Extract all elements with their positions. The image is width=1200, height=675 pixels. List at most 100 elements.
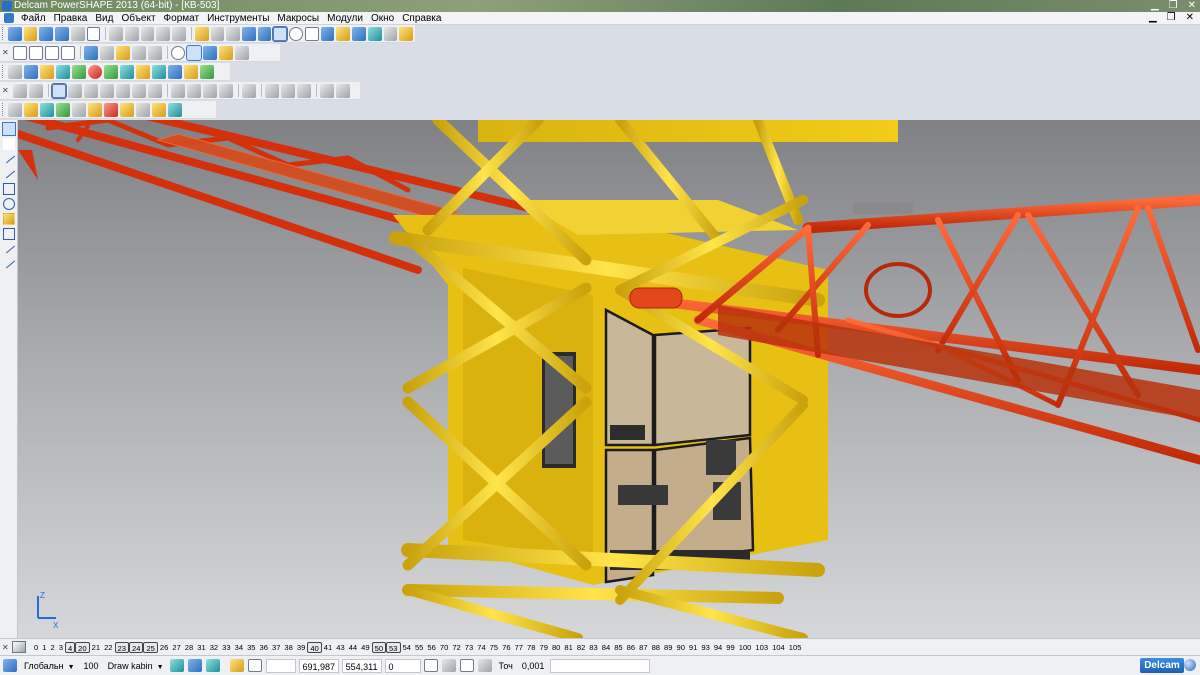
menu-tools[interactable]: Инструменты [203,12,273,25]
coord-y-field[interactable]: 554,311 [341,658,382,673]
level-button[interactable]: 87 [637,642,649,653]
loft-icon[interactable] [242,83,256,98]
view-front-icon[interactable] [29,45,43,60]
tolerance-icon[interactable] [477,659,492,672]
level-button[interactable]: 100 [737,642,754,653]
zoom-dynamic-icon[interactable] [148,45,162,60]
object-name-select[interactable]: Draw kabin ▼ [105,659,167,673]
convert-icon[interactable] [320,83,334,98]
level-button[interactable]: 77 [513,642,525,653]
level-button[interactable]: 2 [48,642,56,653]
axis-icon[interactable] [24,102,38,117]
level-button[interactable]: 39 [295,642,307,653]
level-button[interactable]: 86 [625,642,637,653]
model-icon[interactable] [8,64,22,79]
grid-icon[interactable] [136,102,150,117]
cut-icon[interactable] [109,26,123,41]
doc-minimize-icon[interactable]: ▁ [1149,12,1157,23]
toolbar-grip[interactable] [2,65,5,78]
analysis-icon[interactable] [184,64,198,79]
level-button[interactable]: 80 [550,642,562,653]
wand-icon[interactable] [383,26,398,41]
repeat-icon[interactable] [226,26,241,41]
arc-icon[interactable] [3,243,15,255]
fillet-icon[interactable] [148,83,162,98]
level-button[interactable]: 1 [40,642,48,653]
revolve-icon[interactable] [132,83,146,98]
blend-icon[interactable] [219,83,233,98]
zoom-in-icon[interactable] [100,45,114,60]
circle-select-icon[interactable] [289,26,303,41]
level-button[interactable]: 72 [450,642,462,653]
arrow-icon[interactable] [200,64,214,79]
redo-icon[interactable] [210,26,225,41]
level-button[interactable]: 40 [307,641,322,653]
toolbar-close-icon[interactable]: ✕ [2,85,10,97]
menu-file[interactable]: Файл [17,12,50,25]
shade-icon[interactable] [186,44,202,61]
level-button[interactable]: 104 [770,642,787,653]
level-button[interactable]: 32 [208,642,220,653]
gear-icon[interactable] [336,26,351,41]
level-button[interactable]: 90 [674,642,686,653]
level-button[interactable]: 75 [488,642,500,653]
spline-icon[interactable] [51,82,67,99]
level-button[interactable]: 33 [220,642,232,653]
text-icon[interactable] [320,26,335,41]
mesh-icon[interactable] [297,83,311,98]
line-icon[interactable] [3,153,15,165]
menu-edit[interactable]: Правка [50,12,92,25]
level-button[interactable]: 76 [500,642,512,653]
level-button[interactable]: 54 [401,642,413,653]
view-iso-icon[interactable] [61,45,75,60]
material-icon[interactable] [235,45,249,60]
zoom-out-icon[interactable] [116,45,130,60]
drive-icon[interactable] [265,83,279,98]
level-button[interactable]: 73 [463,642,475,653]
level-button[interactable]: 78 [525,642,537,653]
trim-icon[interactable] [203,83,217,98]
level-button[interactable]: 74 [475,642,487,653]
toolbar-grip[interactable] [2,103,5,116]
level-button[interactable]: 103 [753,642,770,653]
sweep-icon[interactable] [100,83,114,98]
layer-icon[interactable] [40,64,54,79]
box-solid-icon[interactable] [120,102,134,117]
curve-icon[interactable] [3,258,15,270]
extrude-icon[interactable] [116,83,130,98]
level-button[interactable]: 49 [359,642,371,653]
level-button[interactable]: 38 [282,642,294,653]
wizard-icon[interactable] [86,26,101,41]
level-button[interactable]: 44 [347,642,359,653]
number-field[interactable]: 100 [81,659,102,673]
save-all-icon[interactable] [55,26,69,41]
split-icon[interactable] [336,83,350,98]
menu-view[interactable]: Вид [91,12,117,25]
paste-icon[interactable] [140,26,155,41]
save-icon[interactable] [39,26,54,41]
rotate-icon[interactable] [171,45,185,60]
level-button[interactable]: 37 [270,642,282,653]
copy-icon[interactable] [125,26,139,41]
level-button[interactable]: 24 [128,641,144,653]
level-button[interactable]: 55 [413,642,425,653]
solid-icon[interactable] [72,64,86,79]
zoom-window-icon[interactable] [132,45,146,60]
doc-restore-icon[interactable]: ❐ [1167,12,1176,23]
level-button[interactable]: 35 [245,642,257,653]
level-button[interactable]: 41 [322,642,334,653]
level-button[interactable]: 3 [57,642,65,653]
cone-icon[interactable] [88,102,102,117]
level-button[interactable]: 28 [183,642,195,653]
composite-icon[interactable] [68,83,82,98]
measure-icon[interactable] [168,64,182,79]
level-button[interactable]: 36 [258,642,270,653]
level-button[interactable]: 70 [438,642,450,653]
close-icon[interactable]: ✕ [1188,0,1196,12]
snap-point-icon[interactable] [205,659,220,672]
level-button[interactable]: 79 [537,642,549,653]
level-button[interactable]: 91 [687,642,699,653]
curve-icon[interactable] [13,83,27,98]
settings-icon[interactable] [229,659,244,672]
layer-icon[interactable] [352,26,366,41]
